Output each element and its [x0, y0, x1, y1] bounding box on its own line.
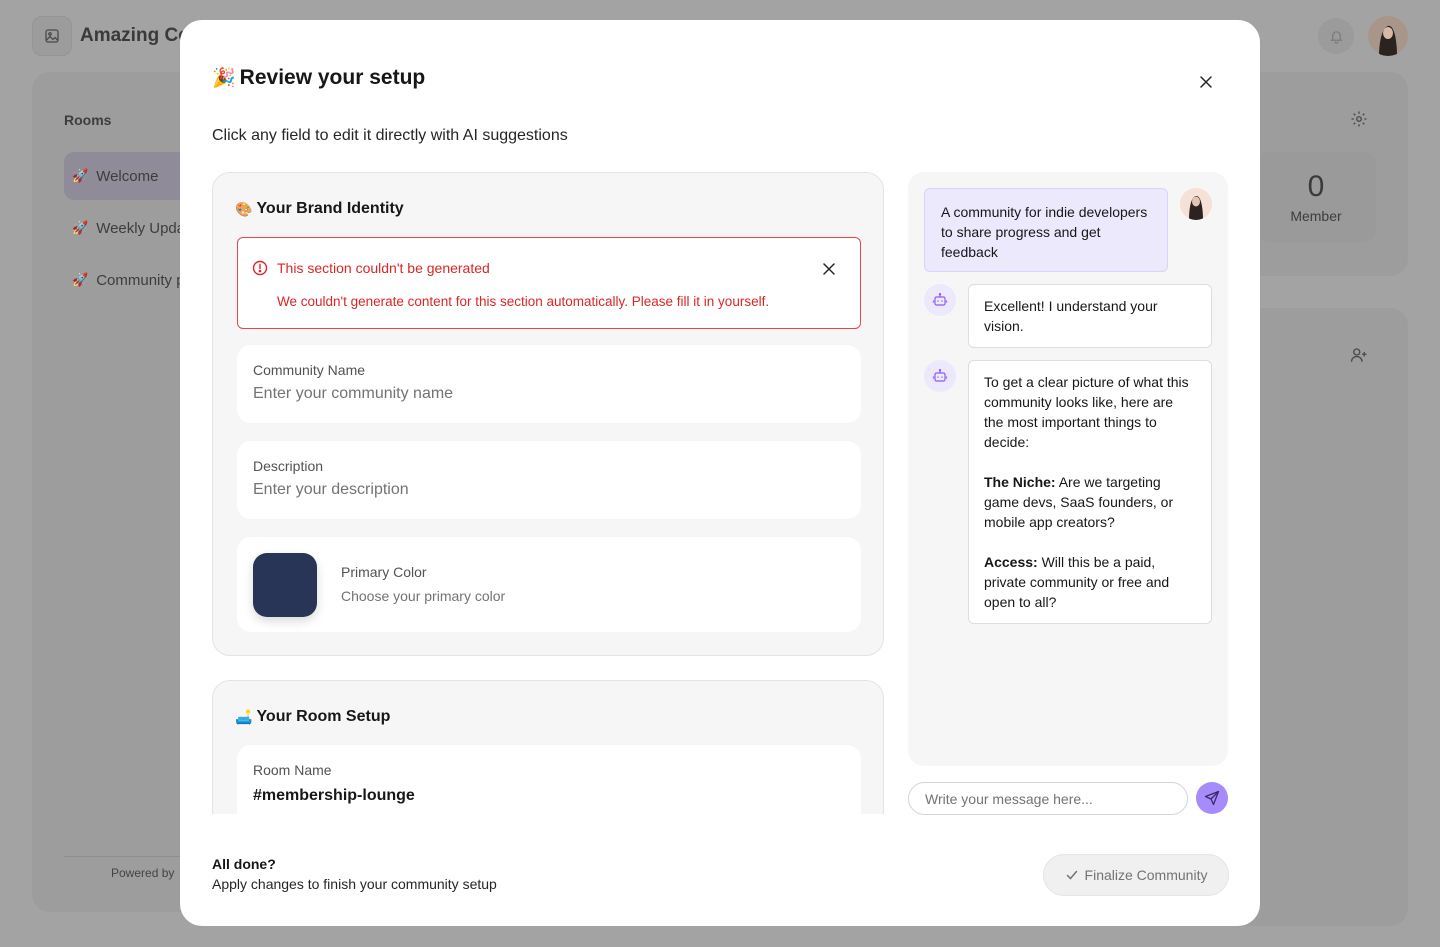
powered-by-text: Powered by [111, 866, 175, 880]
user-message: A community for indie developers to shar… [924, 188, 1168, 272]
chat-message-input[interactable] [908, 782, 1188, 815]
rocket-icon: 🚀 [72, 220, 89, 235]
rooms-heading: Rooms [64, 112, 112, 128]
close-button[interactable] [1192, 68, 1220, 96]
community-name-field[interactable]: Community Name [237, 345, 861, 423]
niche-label: The Niche: [984, 474, 1056, 490]
robot-icon [932, 369, 948, 382]
primary-color-field[interactable]: Primary Color Choose your primary color [237, 537, 861, 632]
field-label: Room Name [253, 762, 332, 778]
field-label: Community Name [253, 362, 366, 378]
section-title: 🎨 Your Brand Identity [235, 200, 404, 218]
field-hint: Choose your primary color [341, 588, 506, 604]
section-title: 🛋️ Your Room Setup [235, 708, 390, 726]
room-setup-section: 🛋️ Your Room Setup Room Name #membership… [212, 680, 884, 814]
bot-message-access: Access: Will this be a paid, private com… [984, 552, 1196, 612]
send-icon [1204, 790, 1220, 806]
sidebar-item-label: Welcome [96, 167, 159, 185]
error-message: We couldn't generate content for this se… [277, 294, 770, 309]
member-label: Member [1290, 208, 1342, 224]
couch-icon: 🛋️ [235, 708, 253, 725]
brand-identity-section: 🎨 Your Brand Identity This section could… [212, 172, 884, 656]
review-setup-modal: 🎉 Review your setup Click any field to e… [180, 20, 1260, 926]
access-label: Access: [984, 554, 1038, 570]
description-input[interactable] [253, 481, 833, 499]
footer-subtitle: Apply changes to finish your community s… [212, 876, 497, 892]
rocket-icon: 🚀 [72, 272, 89, 287]
image-placeholder-icon [32, 16, 72, 56]
modal-title: Review your setup [239, 66, 426, 89]
error-title: This section couldn't be generated [277, 260, 490, 276]
close-icon [1200, 76, 1212, 88]
finalize-label: Finalize Community [1084, 867, 1208, 883]
gear-icon [1350, 110, 1368, 133]
sidebar-item-label: Weekly Upda [96, 219, 186, 237]
bell-icon [1318, 18, 1354, 54]
send-button[interactable] [1196, 782, 1228, 814]
footer-title: All done? [212, 856, 276, 872]
bot-message: Excellent! I understand your vision. [968, 284, 1212, 348]
modal-header: 🎉 Review your setup [212, 66, 425, 90]
community-name-input[interactable] [253, 385, 833, 403]
sidebar-item-label: Community p [96, 271, 185, 289]
section-title-text: Your Room Setup [256, 708, 391, 725]
color-swatch[interactable] [253, 553, 317, 617]
rocket-icon: 🚀 [72, 168, 89, 183]
bot-message-text: To get a clear picture of what this comm… [984, 374, 1189, 450]
avatar [1368, 16, 1408, 56]
avatar [1180, 188, 1212, 220]
dismiss-error-button[interactable] [818, 258, 840, 280]
check-icon [1065, 868, 1079, 882]
close-icon [823, 263, 835, 275]
add-user-icon [1350, 346, 1368, 369]
error-alert: This section couldn't be generated We co… [237, 237, 861, 329]
palette-icon: 🎨 [235, 200, 253, 217]
bot-message-niche: The Niche: Are we targeting game devs, S… [984, 472, 1196, 532]
room-name-field[interactable]: Room Name #membership-lounge [237, 745, 861, 814]
room-name-value[interactable]: #membership-lounge [253, 787, 415, 805]
member-count: 0 [1307, 170, 1325, 203]
ai-chat-panel[interactable]: A community for indie developers to shar… [908, 172, 1228, 766]
bot-message: To get a clear picture of what this comm… [968, 360, 1212, 624]
bot-message-text: Excellent! I understand your vision. [984, 298, 1158, 334]
setup-form-scroll[interactable]: 🎨 Your Brand Identity This section could… [212, 172, 884, 814]
app-title: Amazing Co [80, 25, 190, 46]
member-stat-card: 0 Member [1256, 152, 1376, 242]
robot-icon [932, 293, 948, 306]
field-label: Primary Color [341, 564, 427, 580]
party-popper-icon: 🎉 [212, 68, 236, 89]
finalize-community-button[interactable]: Finalize Community [1043, 854, 1229, 896]
description-field[interactable]: Description [237, 441, 861, 519]
field-label: Description [253, 458, 324, 474]
modal-subtitle: Click any field to edit it directly with… [212, 127, 568, 144]
alert-circle-icon [252, 260, 268, 281]
bot-avatar [924, 360, 956, 392]
bot-avatar [924, 284, 956, 316]
section-title-text: Your Brand Identity [256, 200, 404, 217]
